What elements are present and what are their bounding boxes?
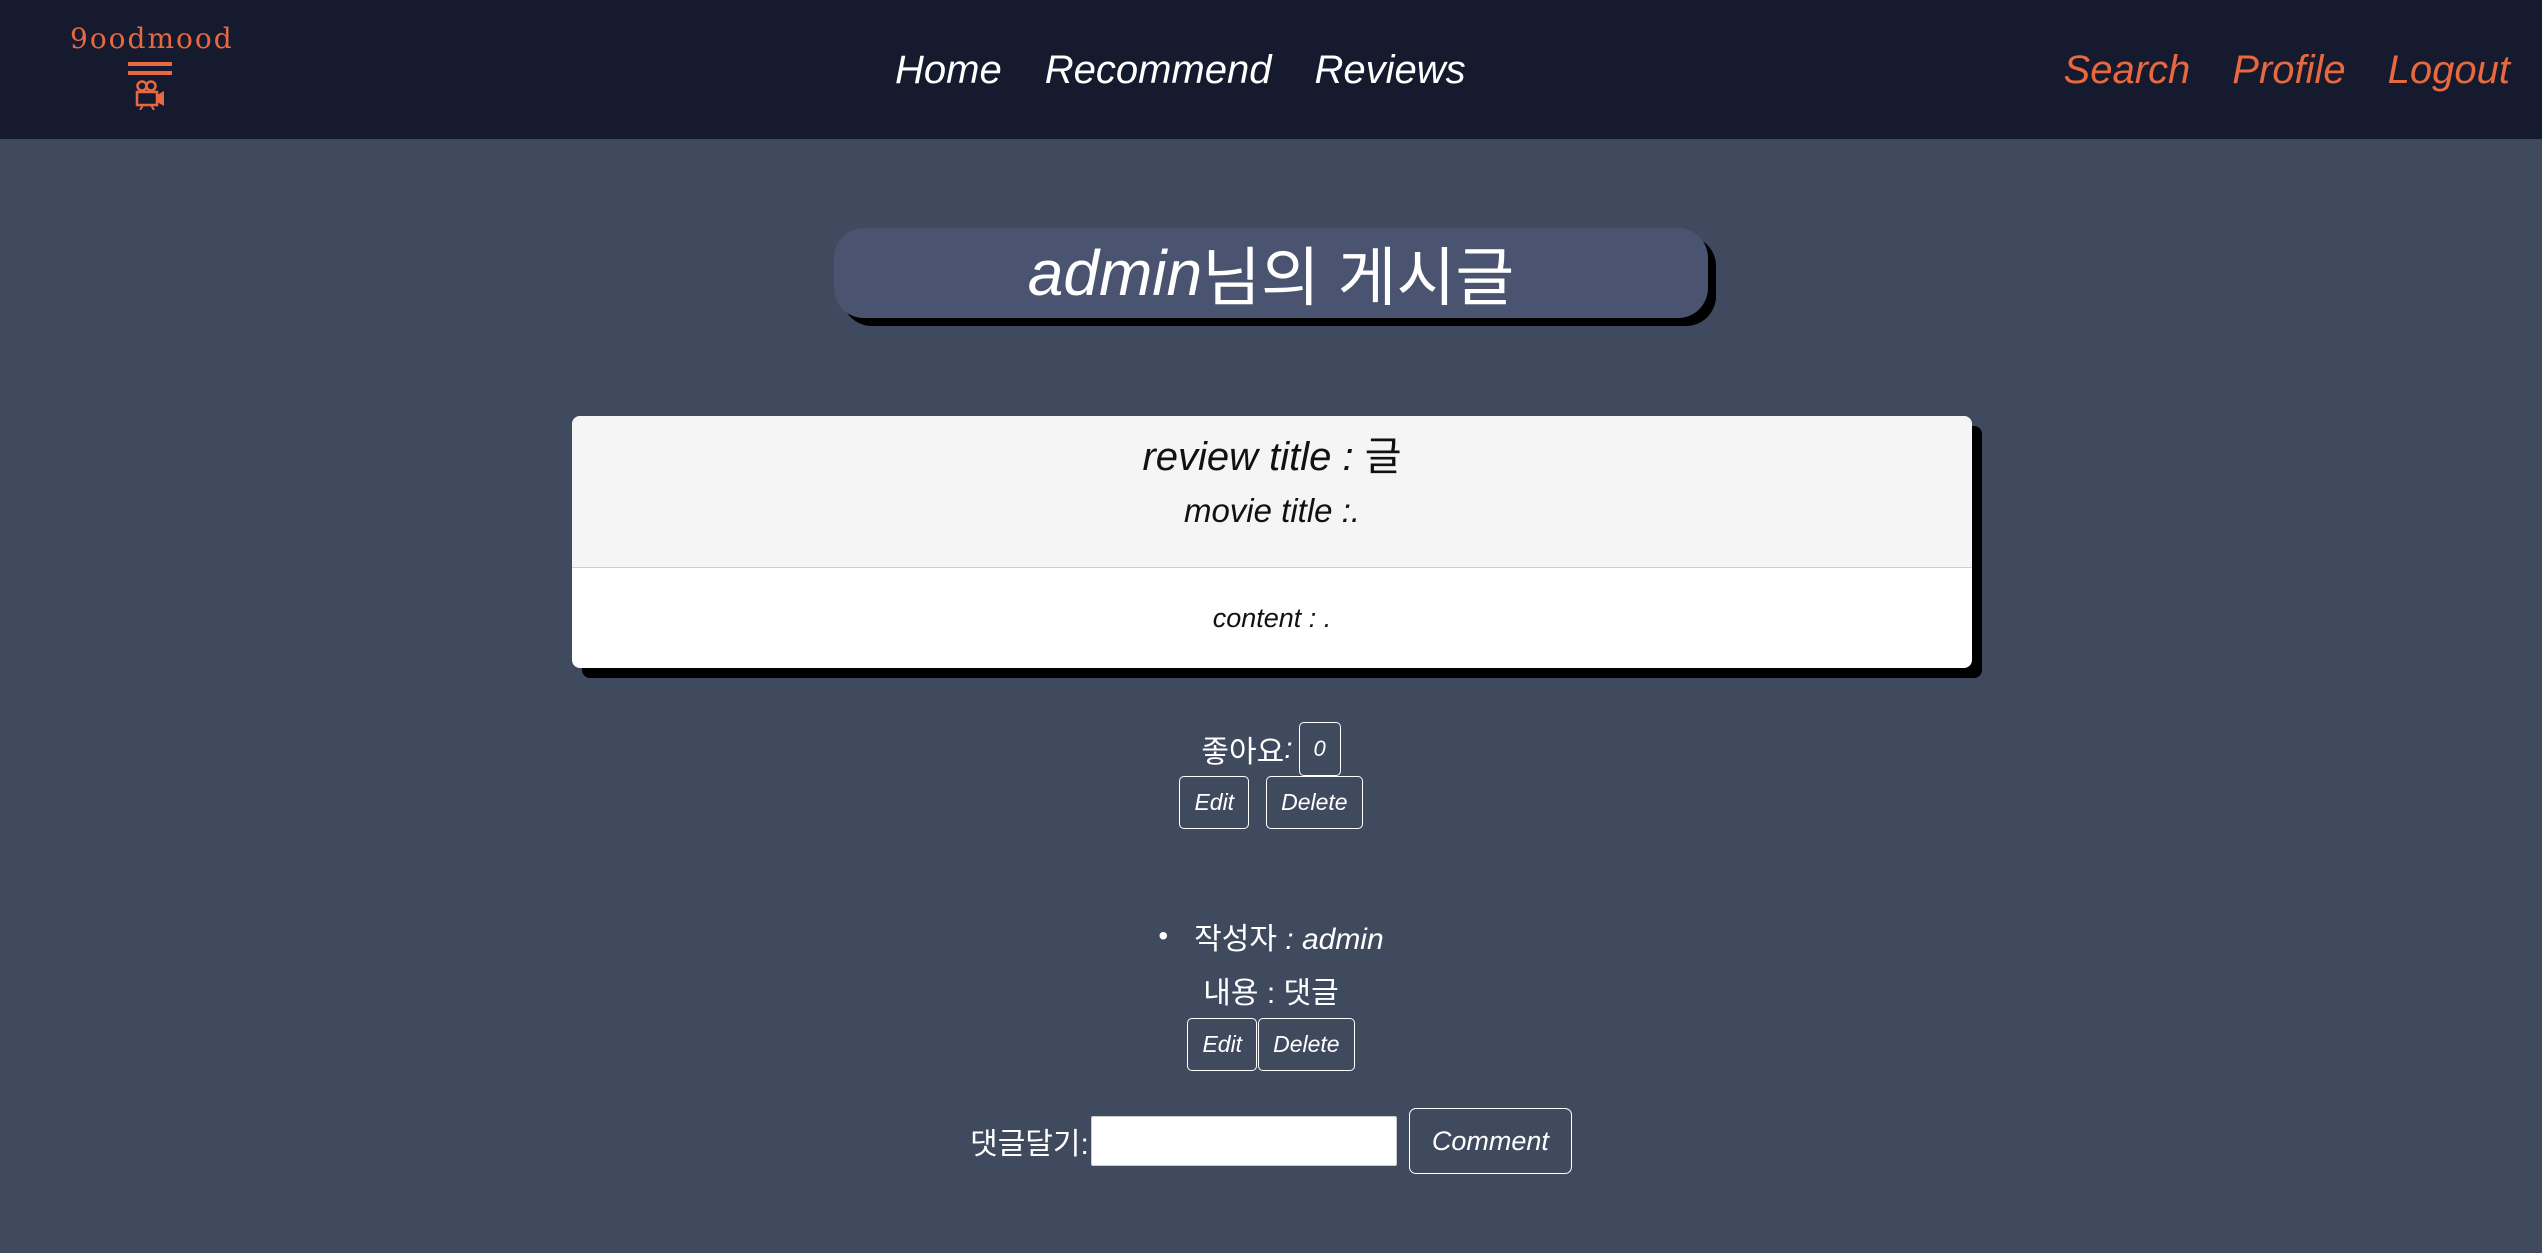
like-label: 좋아요: [1201, 736, 1285, 769]
comment-author-value: : admin: [1285, 923, 1384, 956]
delete-comment-button[interactable]: Delete: [1258, 1018, 1355, 1071]
brand-logo[interactable]: 9oodmood: [70, 22, 234, 122]
nav-home[interactable]: Home: [895, 48, 1002, 93]
list-item: • 작성자 : admin 내용 : 댓글 Edit Delete: [0, 914, 2542, 1071]
navbar: 9oodmood Home Recommend Reviews Search P…: [0, 0, 2542, 139]
nav-profile[interactable]: Profile: [2232, 48, 2345, 93]
page-title: admin 님의 게시글: [834, 228, 1708, 318]
logo-bars: [128, 62, 172, 75]
review-card: review title : 글 movie title :. content …: [572, 416, 1972, 668]
main-nav: Home Recommend Reviews: [895, 38, 1466, 102]
film-camera-icon: [135, 80, 164, 110]
comment-list: • 작성자 : admin 내용 : 댓글 Edit Delete: [0, 914, 2542, 1071]
comment-content-value: 댓글: [1283, 977, 1339, 1010]
comment-actions: Edit Delete: [0, 1018, 2542, 1071]
comment-form-label: 댓글달기:: [970, 1128, 1089, 1161]
page-title-suffix: 님의 게시글: [1202, 242, 1515, 314]
review-card-header: review title : 글 movie title :.: [572, 416, 1972, 568]
edit-comment-button[interactable]: Edit: [1187, 1018, 1258, 1071]
page-title-author: admin: [1027, 237, 1203, 309]
edit-post-button[interactable]: Edit: [1179, 776, 1250, 829]
nav-reviews[interactable]: Reviews: [1314, 48, 1465, 93]
comment-input[interactable]: [1090, 1116, 1397, 1166]
comment-submit-button[interactable]: Comment: [1408, 1108, 1572, 1174]
bullet-icon: •: [1158, 920, 1169, 951]
nav-search[interactable]: Search: [2064, 48, 2191, 93]
comment-author-label: 작성자: [1194, 923, 1277, 956]
post-actions: Edit Delete: [0, 776, 2542, 829]
comment-content: 내용 : 댓글: [0, 968, 2542, 1012]
nav-recommend[interactable]: Recommend: [1045, 48, 1272, 93]
nav-logout[interactable]: Logout: [2388, 48, 2510, 93]
like-colon: :: [1284, 732, 1293, 765]
review-title-value: 글: [1364, 435, 1402, 479]
comment-content-label: 내용 :: [1203, 977, 1276, 1010]
like-row: 좋아요: 0: [0, 722, 2542, 776]
comment-author: • 작성자 : admin: [0, 914, 2542, 958]
delete-post-button[interactable]: Delete: [1266, 776, 1363, 829]
review-title: review title : 글: [572, 416, 1972, 482]
review-title-label: review title :: [1142, 435, 1354, 479]
review-content: content : .: [1212, 602, 1332, 633]
user-nav: Search Profile Logout: [2064, 38, 2510, 102]
brand-name: 9oodmood: [70, 22, 234, 55]
movie-title: movie title :.: [1183, 492, 1361, 529]
comment-form: 댓글달기: Comment: [0, 1108, 2542, 1174]
like-count[interactable]: 0: [1298, 722, 1341, 776]
